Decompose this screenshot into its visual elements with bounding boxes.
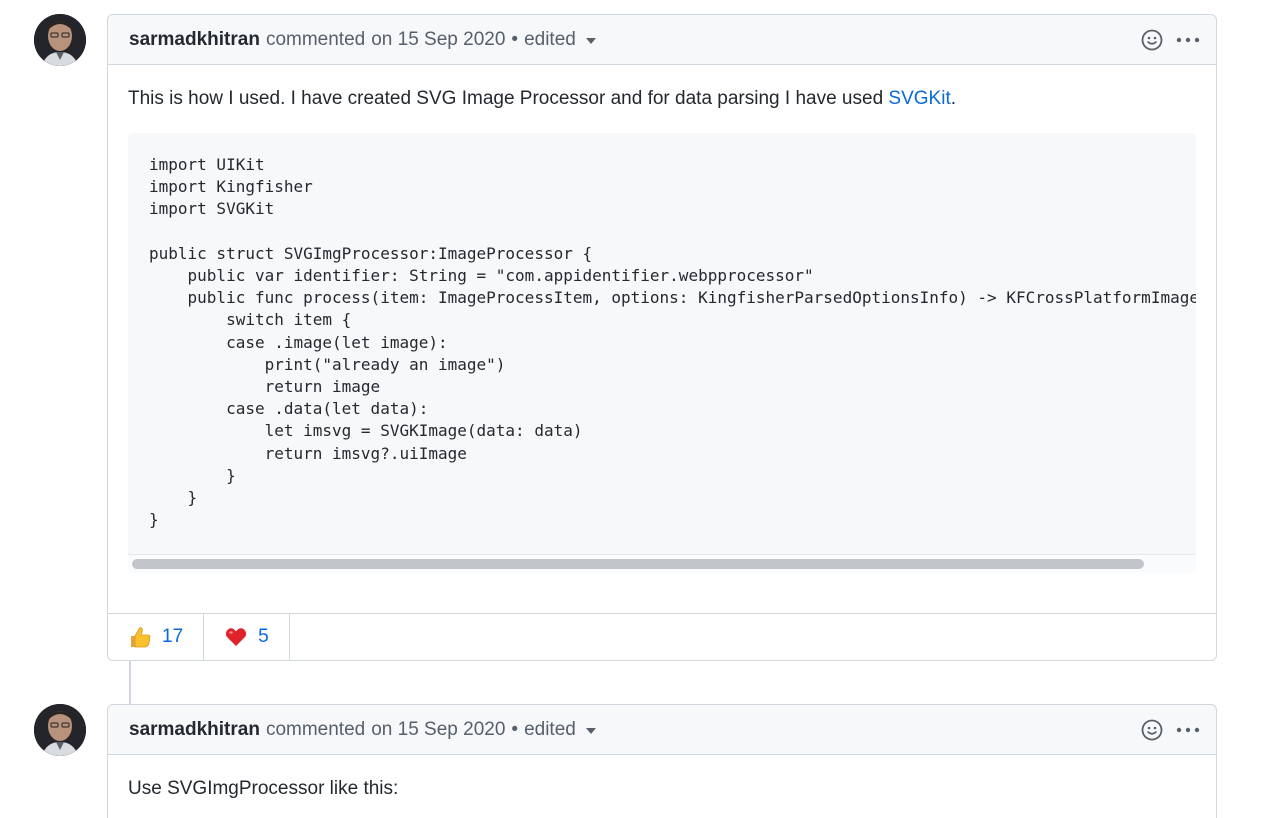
comment-date[interactable]: on 15 Sep 2020 [371,719,505,741]
comment-body: This is how I used. I have created SVG I… [108,65,1216,573]
smiley-icon[interactable] [1141,719,1163,741]
thumbs-up-icon [131,627,151,648]
comment-text: Use SVGImgProcessor like this: [128,778,399,799]
kebab-horizontal-icon[interactable] [1176,727,1200,733]
edited-label: edited [524,28,576,50]
comment-author[interactable]: sarmadkhitran [129,29,260,51]
heart-icon [226,628,247,646]
triangle-down-icon [585,38,596,44]
reaction-count: 17 [162,626,184,647]
edited-label: edited [524,718,576,740]
reaction-heart[interactable]: 5 [204,614,290,660]
avatar-image [34,14,86,66]
edited-dropdown[interactable]: edited [524,719,596,741]
comment-action: commented [265,28,366,50]
comment-header: sarmadkhitran commented on 15 Sep 2020 •… [108,705,1216,755]
comment-body: Use SVGImgProcessor like this: [108,755,1216,803]
svgkit-link[interactable]: SVGKit [888,88,950,109]
timeline-connector [129,661,131,704]
comment-card: sarmadkhitran commented on 15 Sep 2020 •… [107,14,1217,661]
comment-author[interactable]: sarmadkhitran [129,719,260,741]
reactions-bar: 17 5 [108,613,1216,660]
author-avatar[interactable] [34,14,86,66]
scrollbar-thumb[interactable] [132,559,1144,569]
smiley-icon[interactable] [1141,29,1163,51]
comment-date[interactable]: on 15 Sep 2020 [371,29,505,51]
comment-card: sarmadkhitran commented on 15 Sep 2020 •… [107,704,1217,818]
edited-dropdown[interactable]: edited [524,29,596,51]
kebab-horizontal-icon[interactable] [1176,37,1200,43]
comment-header: sarmadkhitran commented on 15 Sep 2020 •… [108,15,1216,65]
comment-text-end: . [950,88,957,109]
separator-dot: • [511,718,519,740]
issue-timeline: sarmadkhitran commented on 15 Sep 2020 •… [0,0,1280,818]
reaction-count: 5 [258,626,269,647]
triangle-down-icon [585,728,596,734]
horizontal-scrollbar[interactable] [128,554,1196,573]
separator-dot: • [511,28,519,50]
comment-action: commented [265,718,366,740]
comment-paragraph: This is how I used. I have created SVG I… [128,85,1196,113]
reaction-thumbs-up[interactable]: 17 [108,614,205,660]
author-avatar[interactable] [34,704,86,756]
comment-actions [1141,15,1200,65]
comment-actions [1141,705,1200,755]
code-content: import UIKit import Kingfisher import SV… [149,155,1196,530]
code-block: import UIKit import Kingfisher import SV… [128,133,1196,573]
avatar-image [34,704,86,756]
comment-text: This is how I used. I have created SVG I… [128,88,889,109]
